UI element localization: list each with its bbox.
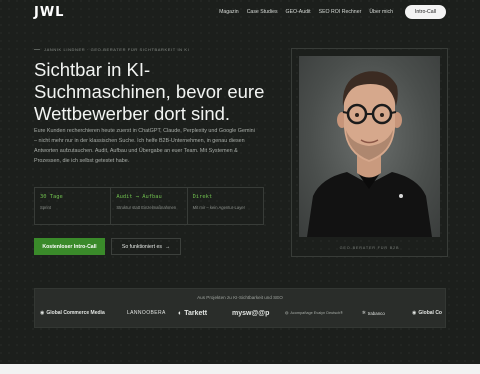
stat-title: Direkt	[192, 194, 213, 200]
portrait-caption: GEO-BERATER FÜR B2B	[339, 246, 400, 250]
stat-audit-aufbau: Audit → Aufbau Struktur statt Einzelmaßn…	[110, 188, 186, 224]
nav-links: Magazin Case Studies GEO-Audit SEO ROI R…	[219, 5, 446, 19]
how-it-works-label: So funktioniert es	[121, 243, 162, 250]
client-logo-global-commerce-media: ◉ Global Commerce Media	[40, 310, 105, 316]
kicker-text: JANNIK LINDNER · GEO-BERATER FÜR SICHTBA…	[44, 47, 190, 52]
nav-link-magazin[interactable]: Magazin	[219, 9, 239, 15]
next-section-edge	[0, 364, 480, 374]
intro-call-nav-button[interactable]: Intro-Call	[404, 5, 446, 19]
site-logo[interactable]: JWL	[34, 5, 64, 20]
nav-link-seo-roi-rechner[interactable]: SEO ROI Rechner	[319, 9, 362, 15]
globe-icon: ◉	[40, 310, 45, 316]
nav-link-ueber-mich[interactable]: Über mich	[369, 9, 393, 15]
top-navigation: JWL Magazin Case Studies GEO-Audit SEO R…	[0, 0, 480, 26]
stat-direkt: Direkt Mit mir – kein Agentur-Layer	[186, 188, 263, 224]
headline-line-2: Suchmaschinen, bevor eure	[34, 81, 265, 102]
hero-intro-text: Eure Kunden recherchieren heute zuerst i…	[34, 128, 255, 164]
tarkett-mark-icon: ◐	[178, 310, 183, 317]
client-logo-lannoobera: LANNOOBERA	[127, 310, 166, 316]
stat-subtitle: Mit mir – kein Agentur-Layer	[192, 205, 246, 210]
headline-line-3: Wettbewerber dort sind.	[34, 103, 231, 124]
stat-subtitle: Sprint	[40, 205, 51, 210]
hero-kicker: JANNIK LINDNER · GEO-BERATER FÜR SICHTBA…	[34, 47, 189, 52]
portrait-frame: GEO-BERATER FÜR B2B	[291, 48, 448, 257]
client-logo-tarkett: ◐ Tarkett	[178, 310, 208, 317]
portrait-photo	[299, 56, 440, 237]
stat-subtitle: Struktur statt Einzelmaßnahmen	[116, 205, 177, 210]
portrait-illustration	[307, 71, 432, 237]
stat-title: Audit → Aufbau	[116, 194, 162, 200]
client-logo-global-co: ◉ Global Co	[412, 310, 442, 316]
client-logo-myswoop: mysw@@p	[232, 310, 270, 317]
headline-line-1: Sichtbar in KI-	[34, 59, 151, 80]
stat-title: 30 Tage	[40, 194, 63, 200]
nav-link-geo-audit[interactable]: GEO-Audit	[286, 9, 311, 15]
badge-icon: ◍	[285, 311, 289, 315]
client-logo-acompanage: ◍ Acompañage Evalyn Deutsch®	[285, 310, 343, 316]
globe-icon: ◉	[412, 310, 417, 316]
arrow-right-icon: →	[164, 243, 171, 250]
kicker-divider	[34, 49, 40, 50]
free-intro-call-button[interactable]: Kostenloser Intro-Call	[34, 238, 105, 255]
hero-stats: 30 Tage Sprint Audit → Aufbau Struktur s…	[34, 187, 264, 225]
client-logo-trabanco: ✲ trabanco	[362, 310, 385, 316]
stat-sprint: 30 Tage Sprint	[35, 188, 110, 224]
crest-icon: ✲	[362, 310, 366, 315]
nav-link-case-studies[interactable]: Case Studies	[247, 9, 278, 15]
how-it-works-button[interactable]: So funktioniert es →	[111, 238, 181, 255]
client-logos-title: Aus Projekten zu KI-Sichtbarkeit und SEO	[197, 295, 283, 300]
client-logos-section: Aus Projekten zu KI-Sichtbarkeit und SEO…	[34, 288, 446, 328]
client-logo-row: ◉ Global Commerce Media LANNOOBERA ◐ Tarke…	[40, 310, 442, 322]
hero-headline: Sichtbar in KI- Suchmaschinen, bevor eur…	[34, 59, 284, 125]
